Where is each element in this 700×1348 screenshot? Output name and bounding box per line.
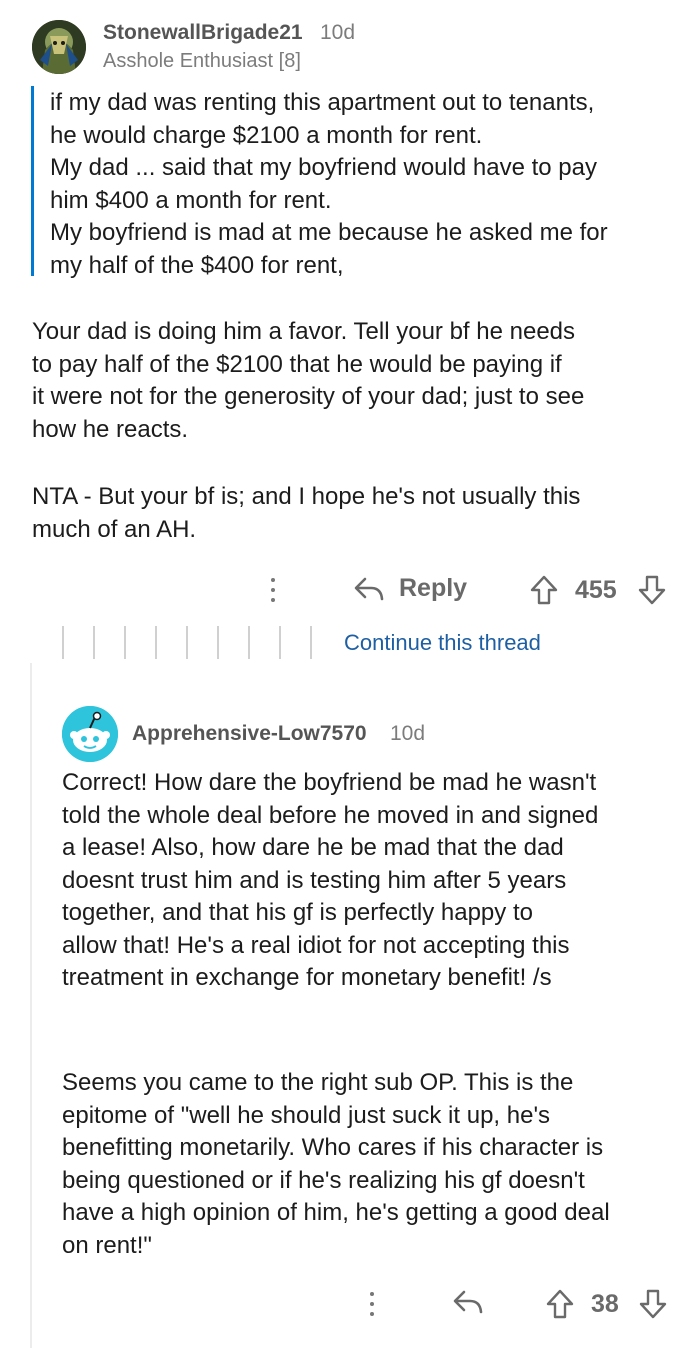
- text-line: doesnt trust him and is testing him afte…: [62, 866, 567, 894]
- thread-depth-line: [217, 626, 219, 659]
- reply-arrow-icon[interactable]: [452, 1288, 484, 1316]
- user-avatar[interactable]: [62, 706, 118, 762]
- quoted-text: if my dad was renting this apartment out…: [50, 87, 690, 282]
- more-options-icon[interactable]: [270, 578, 276, 602]
- text-line: it were not for the generosity of your d…: [32, 383, 585, 410]
- reply-arrow-icon: [354, 577, 384, 600]
- quote-line: My dad ... said that my boyfriend would …: [50, 154, 597, 181]
- reply-username[interactable]: Apprehensive-Low7570: [132, 722, 367, 746]
- text-line: have a high opinion of him, he's getting…: [62, 1199, 610, 1226]
- reply-paragraph: Correct! How dare the boyfriend be mad h…: [62, 767, 687, 995]
- continue-thread-link[interactable]: Continue this thread: [344, 630, 541, 656]
- reply-timestamp: 10d: [390, 722, 426, 745]
- text-line: a lease! Also, how dare he be mad that t…: [62, 834, 564, 861]
- text-line: on rent!": [62, 1231, 152, 1259]
- quote-line: my half of the $400 for rent,: [50, 251, 344, 279]
- quote-line: My boyfriend is mad at me because he ask…: [50, 219, 608, 246]
- text-line: NTA - But your bf is; and I hope he's no…: [32, 483, 581, 510]
- comment-username[interactable]: StonewallBrigade21: [103, 21, 303, 45]
- reply-label: Reply: [399, 574, 468, 602]
- thread-depth-line: [155, 626, 157, 659]
- text-line: benefitting monetarily. Who cares if his…: [62, 1134, 604, 1161]
- thread-depth-line: [62, 626, 64, 659]
- text-line: Correct! How dare the boyfriend be mad h…: [62, 769, 597, 796]
- user-avatar[interactable]: [32, 20, 86, 74]
- quote-line: he would charge $2100 a month for rent.: [50, 121, 483, 149]
- thread-depth-line: [124, 626, 126, 659]
- downvote-arrow-icon[interactable]: [637, 574, 667, 606]
- more-options-icon[interactable]: [369, 1292, 375, 1316]
- vote-score: 38: [591, 1290, 619, 1318]
- text-line: Seems you came to the right sub OP. This…: [62, 1069, 574, 1096]
- reply-button[interactable]: Reply: [353, 574, 467, 603]
- comment-paragraph: Your dad is doing him a favor. Tell your…: [32, 316, 672, 446]
- thread-depth-line: [279, 626, 281, 659]
- text-line: to pay half of the $2100 that he would b…: [32, 350, 562, 378]
- comment-paragraph: NTA - But your bf is; and I hope he's no…: [32, 481, 672, 546]
- quote-bar: [31, 86, 34, 276]
- text-line: much of an AH.: [32, 515, 197, 543]
- text-line: how he reacts.: [32, 415, 189, 443]
- quote-line: him $400 a month for rent.: [50, 186, 332, 214]
- thread-depth-line: [248, 626, 250, 659]
- text-line: told the whole deal before he moved in a…: [62, 801, 599, 829]
- user-flair: Asshole Enthusiast [8]: [103, 50, 301, 72]
- text-line: together, and that his gf is perfectly h…: [62, 899, 533, 926]
- text-line: allow that! He's a real idiot for not ac…: [62, 931, 570, 959]
- quote-line: if my dad was renting this apartment out…: [50, 89, 595, 116]
- reply-paragraph: Seems you came to the right sub OP. This…: [62, 1067, 687, 1262]
- downvote-arrow-icon[interactable]: [638, 1288, 668, 1320]
- text-line: being questioned or if he's realizing hi…: [62, 1166, 585, 1194]
- upvote-arrow-icon[interactable]: [545, 1288, 575, 1320]
- thread-line: [30, 663, 32, 1348]
- thread-depth-line: [93, 626, 95, 659]
- text-line: Your dad is doing him a favor. Tell your…: [32, 318, 576, 345]
- text-line: epitome of "well he should just suck it …: [62, 1101, 551, 1129]
- thread-depth-line: [310, 626, 312, 659]
- comment-timestamp: 10d: [320, 21, 356, 44]
- vote-score: 455: [575, 576, 617, 604]
- upvote-arrow-icon[interactable]: [529, 574, 559, 606]
- text-line: treatment in exchange for monetary benef…: [62, 964, 552, 991]
- thread-depth-line: [186, 626, 188, 659]
